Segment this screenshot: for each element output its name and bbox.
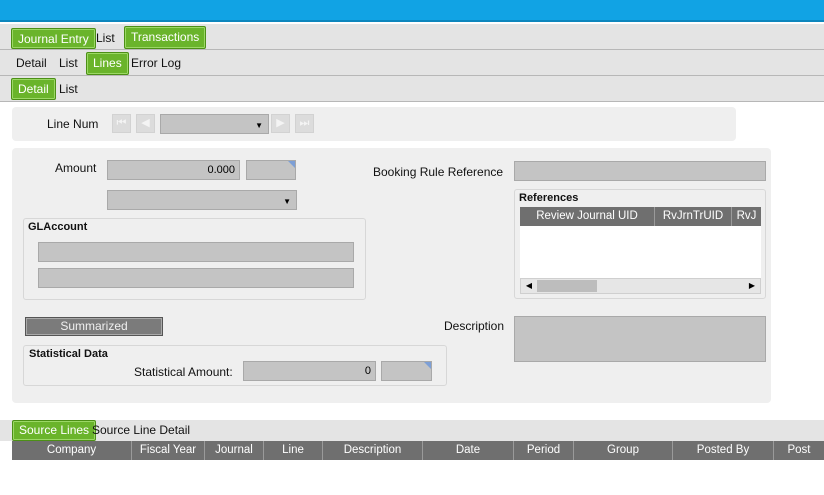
glaccount-field-1[interactable] (38, 242, 354, 262)
glaccount-group: GLAccount (23, 218, 366, 300)
source-col-description[interactable]: Description (323, 441, 423, 460)
booking-rule-input[interactable] (514, 161, 766, 181)
glaccount-field-2[interactable] (38, 268, 354, 288)
scroll-thumb[interactable] (537, 280, 597, 292)
source-col-date[interactable]: Date (423, 441, 514, 460)
third-tab-bar: Detail List (0, 76, 824, 102)
lookup-marker-icon (424, 362, 431, 369)
bottom-tab-bar: Source Lines Source Line Detail (0, 420, 824, 441)
source-col-journal[interactable]: Journal (205, 441, 264, 460)
previous-record-icon[interactable]: ◀ (136, 114, 155, 133)
tab-line-list[interactable]: List (53, 79, 84, 100)
tab-list-secondary[interactable]: List (53, 53, 84, 74)
statistical-data-group: Statistical Data Statistical Amount: 0 (23, 345, 447, 386)
source-grid-body[interactable] (12, 460, 824, 495)
tab-line-detail[interactable]: Detail (11, 78, 56, 100)
first-record-icon[interactable]: ⏮ (112, 114, 131, 133)
top-tab-bar: Journal Entry List Transactions (0, 24, 824, 50)
tab-journal-entry[interactable]: Journal Entry (11, 28, 96, 49)
booking-rule-label: Booking Rule Reference (373, 165, 504, 179)
chevron-down-icon: ▼ (255, 121, 263, 130)
references-col-rvj[interactable]: RvJ (732, 207, 761, 226)
tab-lines[interactable]: Lines (86, 52, 129, 75)
line-num-select[interactable]: ▼ (160, 114, 269, 134)
tab-source-lines[interactable]: Source Lines (12, 420, 97, 441)
amount-label: Amount (55, 161, 97, 175)
second-tab-bar: Detail List Lines Error Log (0, 50, 824, 76)
source-col-line[interactable]: Line (264, 441, 323, 460)
references-col-review-journal-uid[interactable]: Review Journal UID (520, 207, 655, 226)
scroll-right-icon[interactable]: ▶ (744, 279, 760, 293)
chevron-down-icon: ▼ (283, 197, 291, 206)
glaccount-title: GLAccount (28, 221, 88, 233)
scroll-left-icon[interactable]: ◀ (521, 279, 537, 293)
statistical-amount-label: Statistical Amount: (134, 365, 233, 379)
navigator-panel: Line Num ⏮ ◀ ▼ ▶ ⏭ (12, 107, 736, 141)
references-grid-header: Review Journal UID RvJrnTrUID RvJ (520, 207, 761, 226)
description-label: Description (444, 319, 505, 333)
source-col-posted-by[interactable]: Posted By (673, 441, 774, 460)
lookup-marker-icon (288, 161, 295, 168)
amount-type-select[interactable]: ▼ (107, 190, 297, 210)
source-col-period[interactable]: Period (514, 441, 574, 460)
references-group: References Review Journal UID RvJrnTrUID… (514, 189, 766, 299)
tab-source-line-detail[interactable]: Source Line Detail (86, 420, 196, 441)
last-record-icon[interactable]: ⏭ (295, 114, 314, 133)
references-horizontal-scrollbar[interactable]: ◀ ▶ (520, 278, 761, 294)
source-col-company[interactable]: Company (12, 441, 132, 460)
amount-input[interactable]: 0.000 (107, 160, 240, 180)
references-col-rvjrntruid[interactable]: RvJrnTrUID (655, 207, 732, 226)
source-col-fiscal-year[interactable]: Fiscal Year (132, 441, 205, 460)
references-grid-body[interactable] (520, 226, 761, 278)
summarized-button[interactable]: Summarized (25, 317, 163, 336)
tab-detail[interactable]: Detail (10, 53, 53, 74)
source-col-group[interactable]: Group (574, 441, 673, 460)
currency-input[interactable] (246, 160, 296, 180)
detail-panel: Amount 0.000 ▼ GLAccount Summarized Stat… (12, 148, 771, 403)
statistical-data-title: Statistical Data (29, 348, 108, 360)
tab-list[interactable]: List (90, 28, 121, 49)
statistical-unit-input[interactable] (381, 361, 432, 381)
description-input[interactable] (514, 316, 766, 362)
source-col-post[interactable]: Post (774, 441, 824, 460)
references-title: References (519, 192, 579, 204)
statistical-amount-input[interactable]: 0 (243, 361, 376, 381)
line-num-label: Line Num (47, 117, 99, 131)
next-record-icon[interactable]: ▶ (271, 114, 290, 133)
source-grid-header: Company Fiscal Year Journal Line Descrip… (12, 441, 824, 460)
window-title-bar (0, 0, 824, 22)
tab-transactions[interactable]: Transactions (124, 26, 207, 49)
tab-error-log[interactable]: Error Log (125, 53, 187, 74)
